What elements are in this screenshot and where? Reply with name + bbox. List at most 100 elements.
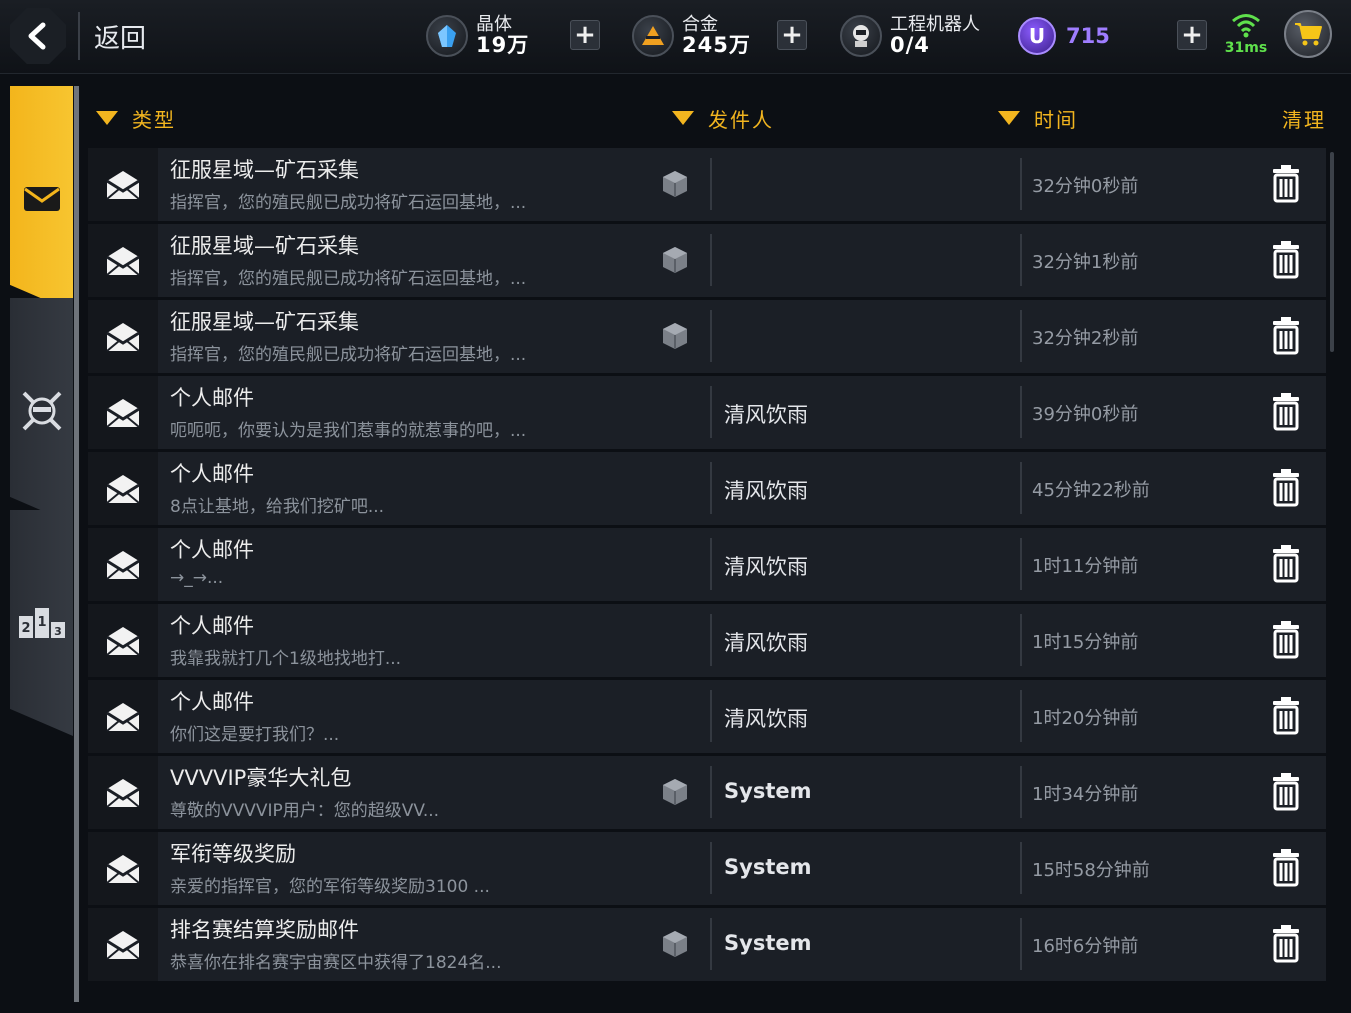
column-divider: [710, 310, 712, 362]
trash-icon: [1270, 621, 1302, 663]
mail-preview: 恭喜你在排名赛宇宙赛区中获得了1824名...: [170, 953, 502, 973]
mail-time: 45分钟22秒前: [1032, 480, 1150, 501]
tab-mail[interactable]: [10, 86, 73, 312]
divider: [78, 12, 80, 60]
open-envelope-icon: [88, 604, 158, 677]
mail-time: 1时15分钟前: [1032, 632, 1139, 653]
mail-subject: 个人邮件: [170, 538, 254, 562]
type-header: 类型: [132, 107, 176, 132]
robot-label: 工程机器人: [890, 13, 980, 35]
mail-row[interactable]: 征服星域—矿石采集指挥官，您的殖民舰已成功将矿石运回基地，... 32分钟1秒前: [88, 224, 1326, 297]
column-divider: [710, 234, 712, 286]
mail-row[interactable]: 军衔等级奖励 亲爱的指挥官，您的军衔等级奖励3100 ... System 15时58…: [88, 832, 1326, 905]
column-divider: [710, 158, 712, 210]
mail-preview: 我靠我就打几个1级地找地打...: [170, 649, 402, 669]
mail-sender: 清风饮雨: [724, 707, 808, 731]
add-crystal-button[interactable]: +: [570, 20, 600, 50]
cart-icon: [1295, 23, 1322, 46]
delete-mail-button[interactable]: [1270, 391, 1302, 431]
open-envelope-icon: [88, 908, 158, 981]
scrollbar[interactable]: [1330, 152, 1334, 352]
mail-time: 16时6分钟前: [1032, 936, 1139, 957]
svg-text:2: 2: [21, 621, 30, 636]
delete-mail-button[interactable]: [1270, 467, 1302, 507]
delete-mail-button[interactable]: [1270, 163, 1302, 203]
trash-icon: [1270, 925, 1302, 967]
shop-cart-button[interactable]: [1284, 10, 1332, 58]
alloy-label: 合金: [682, 13, 718, 35]
mail-preview: 亲爱的指挥官，您的军衔等级奖励3100 ...: [170, 877, 490, 897]
back-label[interactable]: 返回: [94, 18, 146, 55]
mail-subject: 个人邮件: [170, 462, 254, 486]
mail-subject: 个人邮件: [170, 386, 254, 410]
column-divider: [710, 690, 712, 742]
add-premium-button[interactable]: +: [1177, 20, 1207, 50]
column-divider: [710, 842, 712, 894]
column-divider: [1020, 310, 1022, 362]
open-envelope-icon: [88, 832, 158, 905]
mail-time: 32分钟1秒前: [1032, 252, 1139, 273]
trash-icon: [1270, 393, 1302, 435]
mail-time: 1时34分钟前: [1032, 784, 1139, 805]
delete-mail-button[interactable]: [1270, 771, 1302, 811]
column-divider: [1020, 918, 1022, 970]
column-divider: [1020, 766, 1022, 818]
column-divider: [1020, 234, 1022, 286]
attachment-box-icon: [660, 169, 690, 199]
mail-time: 32分钟0秒前: [1032, 176, 1139, 197]
sender-header: 发件人: [708, 107, 774, 132]
delete-mail-button[interactable]: [1270, 923, 1302, 963]
sort-by-sender[interactable]: 发件人: [672, 104, 774, 132]
clear-button[interactable]: 清理: [1282, 104, 1326, 133]
tab-ranking[interactable]: 2 1 3: [10, 510, 73, 736]
alloy-icon: [632, 15, 674, 57]
add-alloy-button[interactable]: +: [777, 20, 807, 50]
mail-row[interactable]: 个人邮件 8点让基地，给我们挖矿吧... 清风饮雨 45分钟22秒前: [88, 452, 1326, 525]
back-button[interactable]: [10, 8, 66, 64]
mail-row[interactable]: 征服星域—矿石采集 指挥官，您的殖民舰已成功将矿石运回基地，... 32分钟2秒前: [88, 300, 1326, 373]
mail-row[interactable]: 排名赛结算奖励邮件 恭喜你在排名赛宇宙赛区中获得了1824名... System 16…: [88, 908, 1326, 981]
open-envelope-icon: [88, 148, 158, 221]
mail-subject: 个人邮件: [170, 614, 254, 638]
premium-currency-icon: U: [1018, 17, 1056, 55]
mail-row[interactable]: 个人邮件 呃呃呃，你要认为是我们惹事的就惹事的吧，... 清风饮雨 39分钟0秒前: [88, 376, 1326, 449]
mail-row[interactable]: 个人邮件 你们这是要打我们？... 清风饮雨 1时20分钟前: [88, 680, 1326, 753]
trash-icon: [1270, 697, 1302, 739]
trash-icon: [1270, 545, 1302, 587]
column-divider: [710, 386, 712, 438]
mail-preview: 呃呃呃，你要认为是我们惹事的就惹事的吧，...: [170, 421, 527, 441]
delete-mail-button[interactable]: [1270, 619, 1302, 659]
crossed-swords-helmet-icon: [22, 391, 61, 431]
delete-mail-button[interactable]: [1270, 847, 1302, 887]
delete-mail-button[interactable]: [1270, 543, 1302, 583]
delete-mail-button[interactable]: [1270, 239, 1302, 279]
triangle-down-icon: [96, 111, 118, 125]
attachment-box-icon: [660, 245, 690, 275]
mail-row[interactable]: 征服星域—矿石采集 指挥官，您的殖民舰已成功将矿石运回基地，... 32分钟0秒前: [88, 148, 1326, 221]
crystal-value: 19万: [476, 33, 530, 58]
mail-sender: 清风饮雨: [724, 479, 808, 503]
mail-subject: 征服星域—矿石采集: [170, 234, 359, 258]
open-envelope-icon: [88, 224, 158, 297]
mail-preview: 指挥官，您的殖民舰已成功将矿石运回基地，...: [170, 269, 527, 289]
mail-sender: 清风饮雨: [724, 555, 808, 579]
delete-mail-button[interactable]: [1270, 315, 1302, 355]
tab-battle[interactable]: [10, 298, 73, 524]
sort-by-time[interactable]: 时间: [998, 104, 1078, 132]
delete-mail-button[interactable]: [1270, 695, 1302, 735]
top-bar: 返回 晶体 19万 + 合金 245万 + 工程机器人 0/4 U 715 + …: [0, 0, 1351, 74]
column-divider: [710, 614, 712, 666]
column-divider: [710, 918, 712, 970]
mail-sender: 清风饮雨: [724, 631, 808, 655]
open-envelope-icon: [88, 452, 158, 525]
mail-row[interactable]: VVVVIP豪华大礼包 尊敬的VVVVIP用户：您的超级VV... System 1时…: [88, 756, 1326, 829]
mail-row[interactable]: 个人邮件我靠我就打几个1级地找地打... 清风饮雨 1时15分钟前: [88, 604, 1326, 677]
mail-list[interactable]: 征服星域—矿石采集 指挥官，您的殖民舰已成功将矿石运回基地，... 32分钟0秒前征…: [88, 148, 1328, 993]
column-divider: [1020, 690, 1022, 742]
crystal-label: 晶体: [476, 13, 512, 35]
trash-icon: [1270, 165, 1302, 207]
crystal-resource: 晶体 19万: [426, 8, 529, 64]
podium-rank-icon: 2 1 3: [18, 608, 65, 638]
sort-by-type[interactable]: 类型: [96, 104, 176, 132]
mail-row[interactable]: 个人邮件 →_→... 清风饮雨 1时11分钟前: [88, 528, 1326, 601]
